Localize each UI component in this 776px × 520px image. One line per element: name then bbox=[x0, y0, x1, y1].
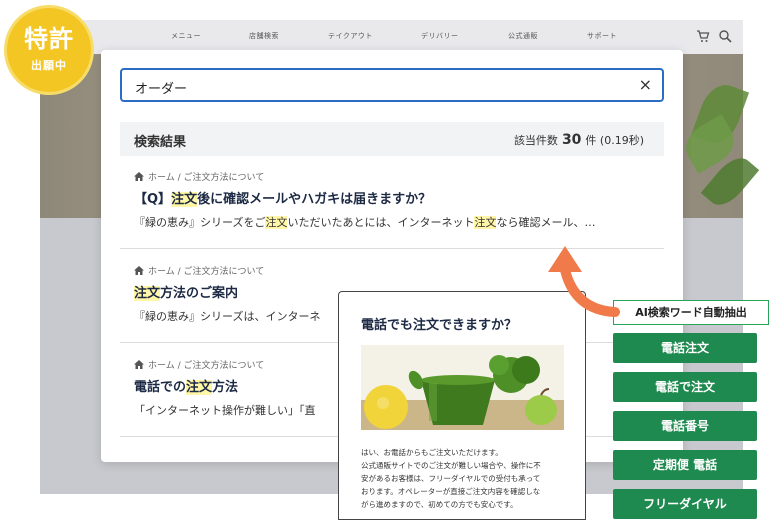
breadcrumb-text: ホーム / ご注文方法について bbox=[148, 267, 265, 277]
result-snippet: 『緑の恵み』シリーズをご注文いただいたあとには、インターネット注文なら確認メール… bbox=[134, 214, 595, 230]
snippet-text: いただいたあとには、インターネット bbox=[287, 216, 475, 229]
preview-line: 公式通販サイトでのご注文が難しい場合や、操作に不 bbox=[361, 461, 541, 470]
snippet-text: 『緑の恵み』シリーズは、インターネ bbox=[134, 310, 321, 323]
preview-line: おります。オペレーターが直接ご注文内容を確認しな bbox=[361, 487, 541, 496]
cart-icon[interactable] bbox=[696, 29, 710, 43]
badge-sub-text: 出願中 bbox=[31, 59, 67, 72]
result-title[interactable]: 電話での注文方法 bbox=[134, 376, 238, 395]
title-highlight: 注文 bbox=[186, 380, 213, 395]
title-text: 電話での bbox=[134, 380, 187, 395]
nav-item-store-search[interactable]: 店舗検索 bbox=[249, 31, 279, 41]
patent-pending-badge: 特許 出願中 bbox=[4, 5, 94, 95]
breadcrumb: ホーム / ご注文方法について bbox=[134, 170, 264, 183]
count-value: 30 bbox=[561, 132, 582, 148]
result-snippet: 「インターネット操作が難しい」「直 bbox=[134, 402, 316, 418]
count-unit: 件 bbox=[585, 134, 597, 147]
ai-keyword-extraction-label: AI検索ワード自動抽出 bbox=[613, 300, 769, 325]
count-label: 該当件数 bbox=[513, 134, 558, 147]
breadcrumb: ホーム / ご注文方法について bbox=[134, 358, 264, 371]
nav-item-delivery[interactable]: デリバリー bbox=[421, 31, 459, 41]
title-text: 方法のご案内 bbox=[160, 286, 239, 301]
results-title: 検索結果 bbox=[134, 135, 187, 150]
breadcrumb: ホーム / ご注文方法について bbox=[134, 264, 264, 277]
arrow-icon bbox=[548, 246, 620, 317]
result-snippet: 『緑の恵み』シリーズは、インターネ bbox=[134, 308, 320, 324]
badge-main-text: 特許 bbox=[24, 25, 74, 53]
snippet-text: なら確認メール、… bbox=[496, 216, 596, 229]
nav-item-menu[interactable]: メニュー bbox=[171, 31, 201, 41]
nav-item-support[interactable]: サポート bbox=[587, 31, 617, 41]
nav-item-takeout[interactable]: テイクアウト bbox=[328, 31, 373, 41]
home-icon bbox=[134, 172, 144, 181]
nav-item-online-shop[interactable]: 公式通販 bbox=[508, 31, 538, 41]
search-result-item[interactable]: ホーム / ご注文方法について 【Q】注文後に確認メールやハガキは届きますか？ … bbox=[134, 170, 664, 240]
home-icon bbox=[134, 266, 144, 275]
keyword-button[interactable]: 電話で注文 bbox=[613, 372, 757, 402]
breadcrumb-text: ホーム / ご注文方法について bbox=[148, 361, 265, 371]
snippet-text: 「インターネット操作が難しい」「直 bbox=[134, 404, 316, 417]
keyword-button[interactable]: 電話番号 bbox=[613, 411, 757, 441]
preview-title: 電話でも注文できますか？ bbox=[361, 318, 518, 333]
title-text: 後に確認メールやハガキは届きますか？ bbox=[197, 192, 432, 207]
preview-line: はい、お電話からもご注文いただけます。 bbox=[361, 448, 503, 457]
preview-line: がら進めますので、初めての方でも安心です。 bbox=[361, 500, 518, 509]
preview-body: はい、お電話からもご注文いただけます。 公式通販サイトでのご注文が難しい場合や、… bbox=[361, 446, 571, 511]
search-query-text[interactable]: オーダー bbox=[135, 78, 187, 97]
title-highlight: 注文 bbox=[134, 286, 161, 301]
snippet-highlight: 注文 bbox=[474, 216, 497, 229]
result-title[interactable]: 注文方法のご案内 bbox=[134, 282, 238, 301]
snippet-highlight: 注文 bbox=[265, 216, 288, 229]
breadcrumb-text: ホーム / ご注文方法について bbox=[148, 173, 265, 183]
title-highlight: 注文 bbox=[171, 192, 198, 207]
search-time: (0.19秒) bbox=[599, 134, 644, 147]
preview-line: 安があるお客様は、フリーダイヤルでの受付も承って bbox=[361, 474, 541, 483]
keyword-button[interactable]: フリーダイヤル bbox=[613, 489, 757, 519]
keyword-button[interactable]: 定期便 電話 bbox=[613, 450, 757, 480]
site-navigation: メニュー 店舗検索 テイクアウト デリバリー 公式通販 サポート bbox=[40, 20, 743, 54]
search-input[interactable]: オーダー × bbox=[120, 68, 664, 102]
home-icon bbox=[134, 360, 144, 369]
snippet-text: 『緑の恵み』シリーズをご bbox=[134, 216, 266, 229]
title-text: 方法 bbox=[212, 380, 239, 395]
title-text: 【Q】 bbox=[134, 192, 172, 207]
keyword-button[interactable]: 電話注文 bbox=[613, 333, 757, 363]
clear-search-button[interactable]: × bbox=[639, 75, 652, 94]
search-icon[interactable] bbox=[718, 29, 732, 43]
green-smoothie-image bbox=[361, 345, 564, 430]
results-count: 該当件数 30 件 (0.19秒) bbox=[514, 132, 644, 148]
result-title[interactable]: 【Q】注文後に確認メールやハガキは届きますか？ bbox=[134, 188, 431, 207]
results-header: 検索結果 該当件数 30 件 (0.19秒) bbox=[120, 122, 664, 156]
